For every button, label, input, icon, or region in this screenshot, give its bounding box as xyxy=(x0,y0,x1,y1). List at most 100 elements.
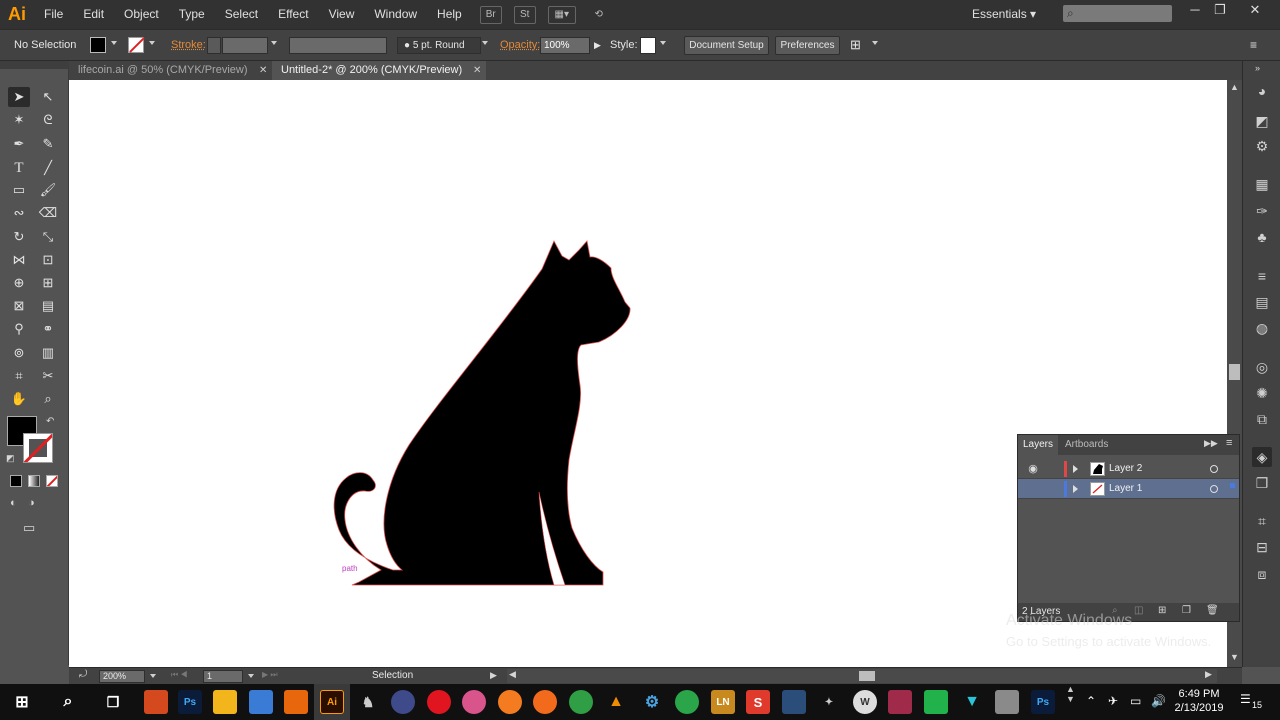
mesh-tool-icon[interactable]: ⊠ xyxy=(8,296,30,316)
menu-effect[interactable]: Effect xyxy=(268,0,318,29)
paintbrush-tool-icon[interactable]: 🖌 xyxy=(37,180,59,200)
direct-selection-tool-icon[interactable]: ↖ xyxy=(37,87,59,107)
width-tool-icon[interactable]: ⋈ xyxy=(8,250,30,270)
search-input[interactable]: ⌕ xyxy=(1063,5,1172,22)
layer-target-icon[interactable] xyxy=(1210,465,1218,473)
menu-select[interactable]: Select xyxy=(215,0,268,29)
column-graph-tool-icon[interactable]: ▥ xyxy=(37,343,59,363)
tab-untitled-2[interactable]: Untitled-2* @ 200% (CMYK/Preview) ✕ xyxy=(272,61,486,80)
stroke-weight-stepper[interactable] xyxy=(207,37,221,54)
toolbar-grip[interactable] xyxy=(0,61,69,69)
brush-definition[interactable]: ● 5 pt. Round xyxy=(397,37,481,54)
app-icon-8[interactable] xyxy=(782,690,806,714)
power-icon[interactable]: ▭ xyxy=(1130,694,1141,708)
next-artboard-icon[interactable]: ▶ ⏭ xyxy=(262,670,278,680)
default-colors-icon[interactable]: ◩ xyxy=(6,453,15,464)
close-tab-icon[interactable]: ✕ xyxy=(259,61,267,80)
photoshop-icon-2[interactable]: Ps xyxy=(1031,690,1055,714)
action-center-icon[interactable]: ☰ 15 xyxy=(1240,692,1262,712)
artboard-tool-icon[interactable]: ⌗ xyxy=(8,366,30,386)
status-menu-arrow-icon[interactable]: ▶ xyxy=(490,670,497,681)
brush-dropdown-icon[interactable] xyxy=(482,41,488,45)
line-segment-tool-icon[interactable]: ╱ xyxy=(37,158,59,178)
graphic-styles-icon[interactable]: ✺ xyxy=(1252,383,1272,403)
align-panel-icon[interactable]: ⊟ xyxy=(1252,537,1272,557)
symbols-icon[interactable]: ♣ xyxy=(1252,227,1272,247)
app-icon-10[interactable]: W xyxy=(853,690,877,714)
draw-behind-icon[interactable]: ◑ xyxy=(28,497,35,509)
collapse-panel-icon[interactable]: ▶▶ xyxy=(1204,438,1218,449)
shape-builder-tool-icon[interactable]: ⊕ xyxy=(8,273,30,293)
search-icon[interactable]: ⌕ xyxy=(56,690,80,714)
fill-dropdown-icon[interactable] xyxy=(111,41,117,45)
artboards-panel-icon[interactable]: ❐ xyxy=(1252,473,1272,493)
layer-row-layer-1[interactable]: Layer 1 xyxy=(1018,479,1239,499)
variable-width-profile[interactable] xyxy=(289,37,387,54)
app-icon-2[interactable] xyxy=(249,690,273,714)
app-icon-12[interactable] xyxy=(924,690,948,714)
menu-object[interactable]: Object xyxy=(114,0,169,29)
stroke-swatch[interactable] xyxy=(128,37,144,53)
eraser-tool-icon[interactable]: ⌫ xyxy=(37,203,59,223)
type-tool-icon[interactable]: T xyxy=(8,158,30,178)
app-icon-1[interactable] xyxy=(144,690,168,714)
tab-layers[interactable]: Layers xyxy=(1018,435,1059,455)
collapse-dock-icon[interactable]: » xyxy=(1255,63,1260,73)
stroke-panel-icon[interactable]: ≡ xyxy=(1252,266,1272,286)
visibility-eye-icon[interactable]: ◉ xyxy=(1026,462,1040,476)
vertical-scroll-thumb[interactable] xyxy=(1229,364,1240,380)
align-dropdown-icon[interactable] xyxy=(872,41,878,45)
menu-edit[interactable]: Edit xyxy=(73,0,114,29)
scroll-left-icon[interactable]: ◀ xyxy=(509,669,516,680)
scale-tool-icon[interactable]: ⤡ xyxy=(37,227,59,247)
swap-fill-stroke-icon[interactable]: ↶ xyxy=(46,416,54,427)
app-icon-7[interactable] xyxy=(675,690,699,714)
swatches-icon[interactable]: ▦ xyxy=(1252,174,1272,194)
asset-export-icon[interactable]: ⧉ xyxy=(1252,409,1272,429)
hand-tool-icon[interactable]: ✋ xyxy=(8,389,30,409)
arrange-documents-icon[interactable]: ▦▾ xyxy=(547,5,576,24)
close-button[interactable]: ✕ xyxy=(1240,0,1270,22)
rotate-tool-icon[interactable]: ↻ xyxy=(8,227,30,247)
color-mode-icon[interactable] xyxy=(10,475,22,487)
stock-icon[interactable]: St xyxy=(513,5,536,24)
app-icon-9[interactable]: ✦ xyxy=(817,690,841,714)
tab-lifecoin[interactable]: lifecoin.ai @ 50% (CMYK/Preview) ✕ xyxy=(69,61,272,80)
artboard-number-field[interactable]: 1 xyxy=(203,670,243,683)
stroke-weight-dropdown-icon[interactable] xyxy=(271,41,277,45)
menu-view[interactable]: View xyxy=(319,0,365,29)
artboard-dropdown-icon[interactable] xyxy=(248,674,254,678)
lasso-tool-icon[interactable]: ᘓ xyxy=(37,110,59,130)
scroll-right-icon[interactable]: ▶ xyxy=(1205,669,1212,680)
recolor-icon[interactable]: ⚙ xyxy=(1252,136,1272,156)
app-icon-4[interactable] xyxy=(391,690,415,714)
photoshop-icon[interactable]: Ps xyxy=(178,690,202,714)
first-artboard-icon[interactable]: ⏮ ◀ xyxy=(171,670,188,680)
vlc-icon[interactable]: ▲ xyxy=(604,690,628,714)
expand-layer-icon[interactable] xyxy=(1073,465,1078,473)
opera-icon[interactable] xyxy=(427,690,451,714)
app-icon-5[interactable] xyxy=(462,690,486,714)
gradient-mode-icon[interactable] xyxy=(28,475,40,487)
horizontal-scroll-thumb[interactable] xyxy=(859,671,875,681)
app-icon-14[interactable] xyxy=(995,690,1019,714)
tab-artboards[interactable]: Artboards xyxy=(1060,435,1113,455)
blend-tool-icon[interactable]: ⚭ xyxy=(37,319,59,339)
rotate-view-icon[interactable]: ⤾ xyxy=(79,669,87,680)
opacity-field[interactable]: 100% xyxy=(540,37,590,54)
transparency-panel-icon[interactable]: ◍ xyxy=(1252,318,1272,338)
horizontal-scrollbar[interactable]: ◀ ▶ xyxy=(507,669,1217,683)
app-icon-11[interactable] xyxy=(888,690,912,714)
scroll-up-icon[interactable]: ▲ xyxy=(1230,82,1239,92)
chrome-icon[interactable] xyxy=(569,690,593,714)
zoom-level-field[interactable]: 200% xyxy=(99,670,145,683)
expand-layer-icon[interactable] xyxy=(1073,485,1078,493)
gradient-panel-icon[interactable]: ▤ xyxy=(1252,292,1272,312)
gpu-performance-icon[interactable]: ⟲ xyxy=(588,6,610,24)
visibility-toggle-empty[interactable] xyxy=(1026,482,1040,496)
appearance-panel-icon[interactable]: ◎ xyxy=(1252,357,1272,377)
panel-menu-icon[interactable]: ≡ xyxy=(1226,437,1232,449)
menu-file[interactable]: File xyxy=(34,0,73,29)
file-explorer-icon[interactable] xyxy=(213,690,237,714)
stroke-weight-field[interactable] xyxy=(222,37,268,54)
